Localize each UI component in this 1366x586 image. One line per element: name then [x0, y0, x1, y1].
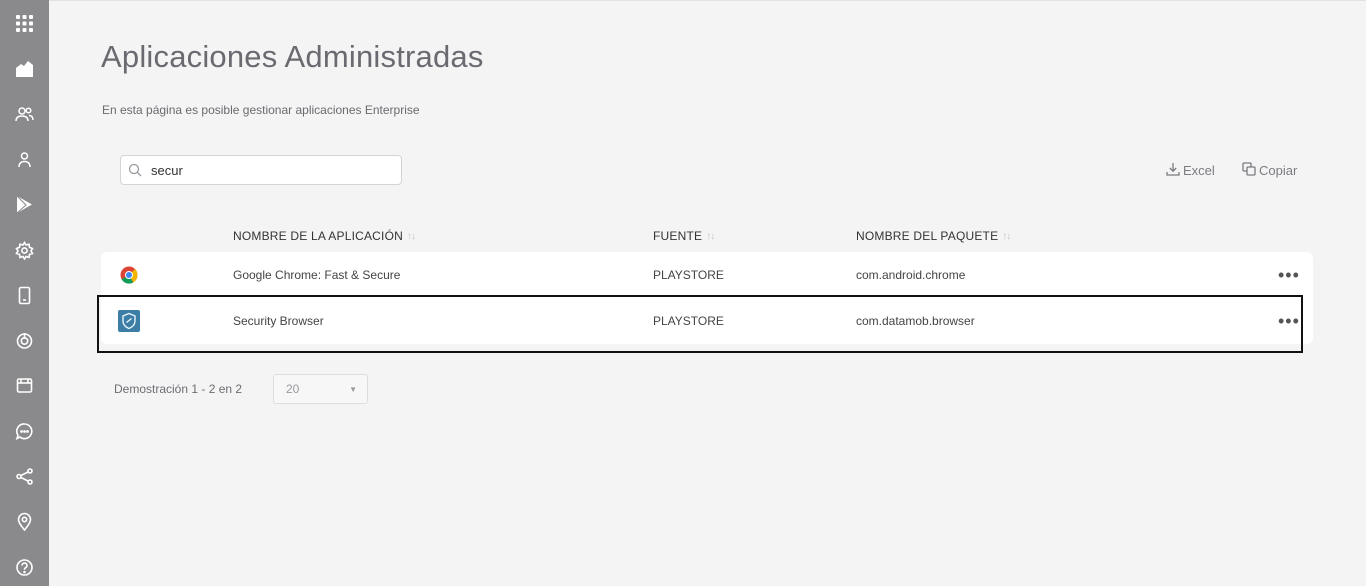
- play-store-icon[interactable]: [0, 184, 49, 224]
- more-options-icon[interactable]: •••: [1278, 312, 1300, 330]
- export-excel-label: Excel: [1183, 163, 1215, 178]
- table-row[interactable]: Google Chrome: Fast & Secure PLAYSTORE c…: [101, 252, 1313, 298]
- apps-grid-icon[interactable]: [0, 3, 49, 43]
- chevron-down-icon: ▼: [349, 384, 357, 394]
- device-icon[interactable]: [0, 275, 49, 315]
- column-header-source[interactable]: FUENTE ↑↓: [653, 229, 715, 243]
- search-input[interactable]: [149, 162, 389, 178]
- search-icon: [121, 163, 149, 177]
- power-icon[interactable]: [0, 320, 49, 360]
- dashboard-home-icon[interactable]: [0, 48, 49, 88]
- user-icon[interactable]: [0, 139, 49, 179]
- export-excel-button[interactable]: Excel: [1166, 162, 1215, 179]
- sort-arrows-icon[interactable]: ↑↓: [1002, 231, 1011, 242]
- search-box: [120, 155, 402, 185]
- pagination-summary: Demostración 1 - 2 en 2: [114, 382, 243, 396]
- download-icon: [1166, 162, 1180, 179]
- app-icon-cell: [118, 298, 140, 344]
- app-package: com.datamob.browser: [856, 314, 975, 328]
- app-icon-cell: [118, 252, 140, 298]
- page-title: Aplicaciones Administradas: [101, 39, 484, 74]
- page-size-select[interactable]: 20 ▼: [273, 374, 368, 404]
- main-content: Aplicaciones Administradas En esta págin…: [49, 0, 1366, 586]
- users-group-icon[interactable]: [0, 94, 49, 134]
- app-package: com.android.chrome: [856, 268, 966, 282]
- copy-label: Copiar: [1259, 163, 1298, 178]
- more-options-icon[interactable]: •••: [1278, 266, 1300, 284]
- copy-button[interactable]: Copiar: [1242, 162, 1297, 179]
- column-header-app-name[interactable]: NOMBRE DE LA APLICACIÓN ↑↓: [233, 229, 416, 243]
- sort-arrows-icon[interactable]: ↑↓: [706, 231, 715, 242]
- help-icon[interactable]: [0, 547, 49, 586]
- settings-gear-icon[interactable]: [0, 230, 49, 270]
- column-header-package-name[interactable]: NOMBRE DEL PAQUETE ↑↓: [856, 229, 1011, 243]
- security-browser-logo-icon: [118, 310, 140, 332]
- share-icon[interactable]: [0, 456, 49, 496]
- page-size-value: 20: [286, 382, 300, 396]
- sidebar: [0, 0, 49, 586]
- chrome-logo-icon: [118, 264, 140, 286]
- app-source: PLAYSTORE: [653, 268, 724, 282]
- sort-arrows-icon[interactable]: ↑↓: [407, 231, 416, 242]
- page-subtitle: En esta página es posible gestionar apli…: [102, 103, 420, 117]
- calendar-icon[interactable]: [0, 365, 49, 405]
- chat-icon[interactable]: [0, 411, 49, 451]
- copy-icon: [1242, 162, 1256, 179]
- location-pin-icon[interactable]: [0, 501, 49, 541]
- apps-table: Google Chrome: Fast & Secure PLAYSTORE c…: [97, 252, 1313, 353]
- app-source: PLAYSTORE: [653, 314, 724, 328]
- row-more-button[interactable]: •••: [1278, 252, 1300, 298]
- row-more-button[interactable]: •••: [1278, 298, 1300, 344]
- app-name: Google Chrome: Fast & Secure: [233, 268, 401, 282]
- app-name: Security Browser: [233, 314, 324, 328]
- table-row[interactable]: Security Browser PLAYSTORE com.datamob.b…: [97, 295, 1313, 353]
